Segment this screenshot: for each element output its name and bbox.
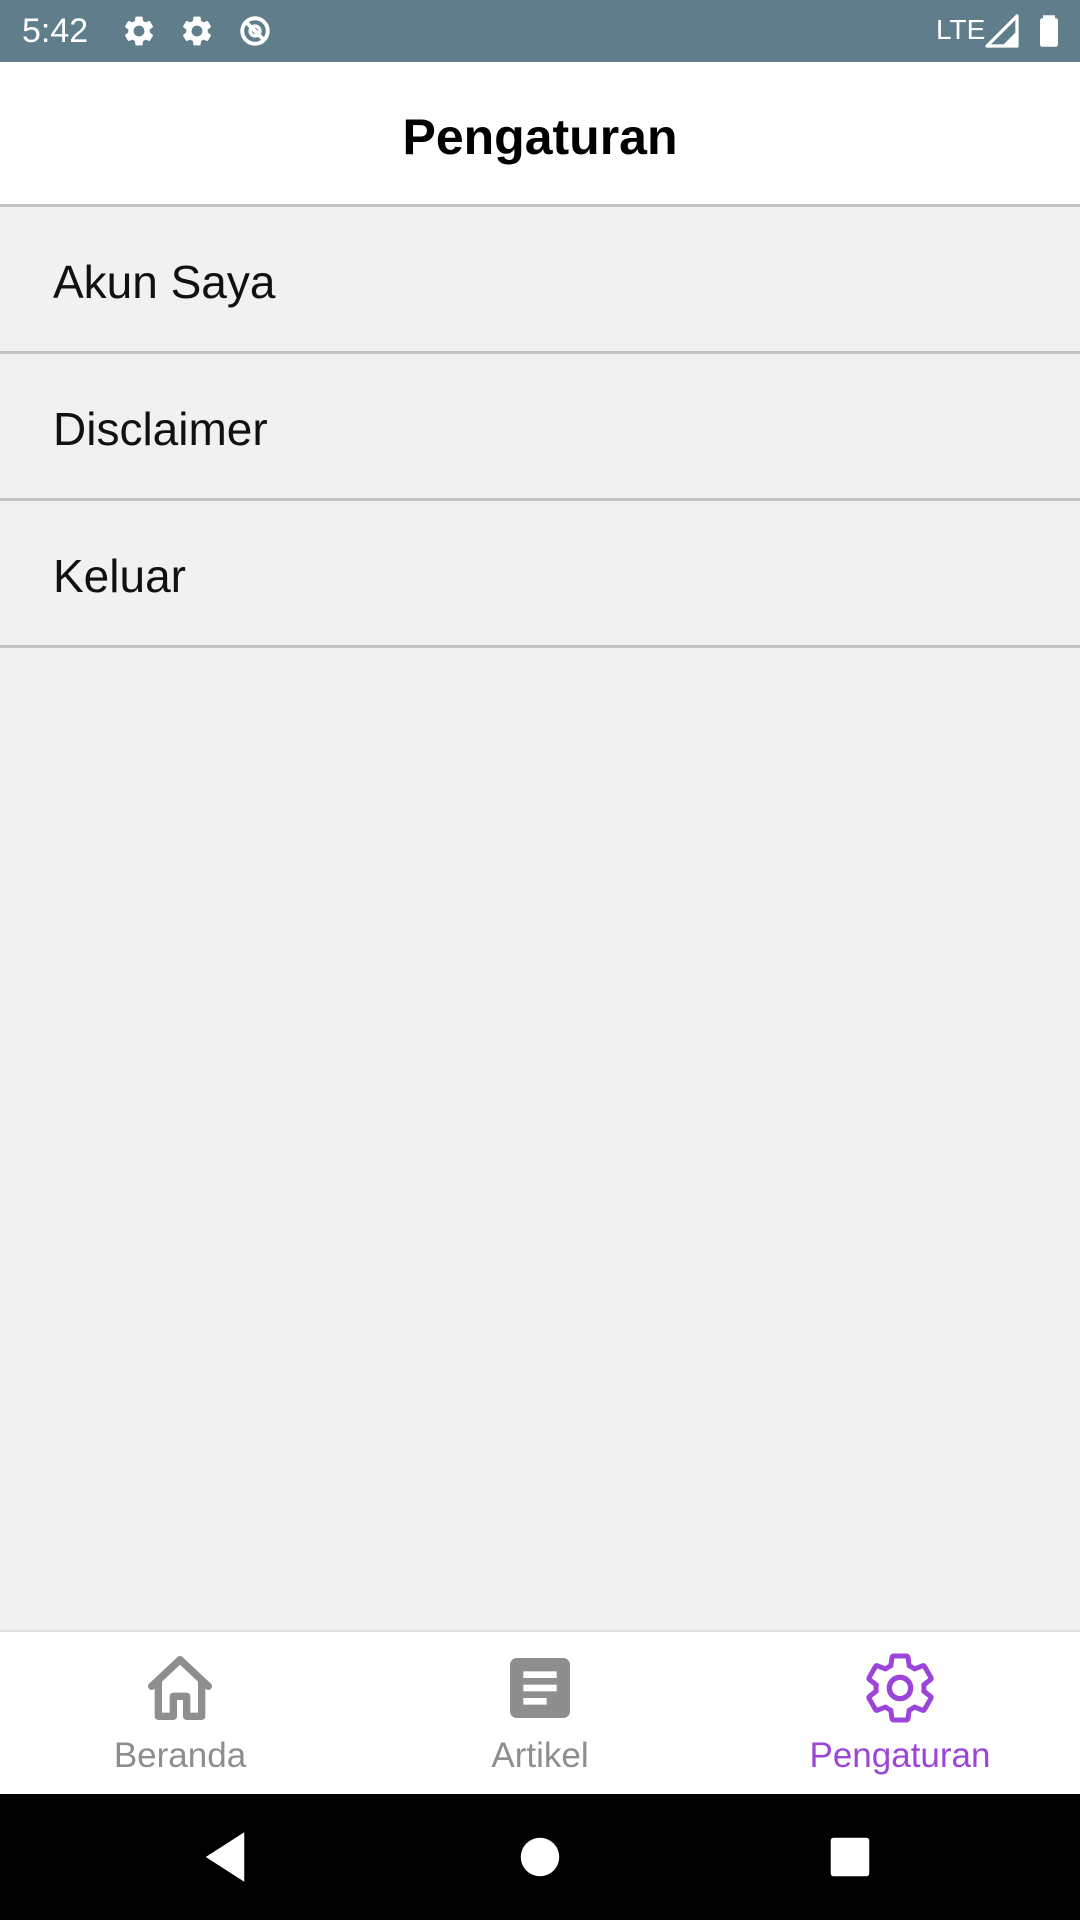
home-circle-icon[interactable] (507, 1824, 573, 1890)
app-header: Pengaturan (0, 62, 1080, 207)
settings-item-disclaimer[interactable]: Disclaimer (0, 354, 1080, 501)
home-icon (140, 1648, 220, 1728)
network-type: LTE (936, 14, 986, 45)
page-title: Pengaturan (402, 109, 678, 165)
nav-item-artikel[interactable]: Artikel (360, 1632, 720, 1794)
nav-label: Beranda (113, 1736, 247, 1775)
settings-item-keluar[interactable]: Keluar (0, 501, 1080, 648)
nav-label: Pengaturan (809, 1736, 991, 1775)
article-icon (500, 1648, 580, 1728)
gear-icon (121, 13, 157, 49)
nav-label: Artikel (491, 1736, 589, 1775)
gear-icon (179, 13, 215, 49)
settings-list: Akun Saya Disclaimer Keluar (0, 207, 1080, 648)
data-saver-icon (237, 13, 273, 49)
screen: 5:42 LTE Pengaturan Akun Saya Disclaimer… (0, 0, 1080, 1920)
bottom-nav: Beranda Artikel Pengaturan (0, 1630, 1080, 1794)
gear-icon (860, 1648, 940, 1728)
battery-icon (1031, 13, 1067, 49)
back-icon[interactable] (192, 1824, 258, 1890)
settings-item-label: Disclaimer (53, 403, 268, 455)
settings-item-akun-saya[interactable]: Akun Saya (0, 207, 1080, 354)
signal-icon (984, 13, 1020, 49)
status-time: 5:42 (22, 12, 89, 50)
settings-item-label: Keluar (53, 550, 186, 602)
settings-item-label: Akun Saya (53, 256, 276, 308)
recents-icon[interactable] (817, 1824, 883, 1890)
system-nav-bar (0, 1794, 1080, 1920)
nav-item-beranda[interactable]: Beranda (0, 1632, 360, 1794)
status-bar: 5:42 LTE (0, 0, 1080, 62)
nav-item-pengaturan[interactable]: Pengaturan (720, 1632, 1080, 1794)
